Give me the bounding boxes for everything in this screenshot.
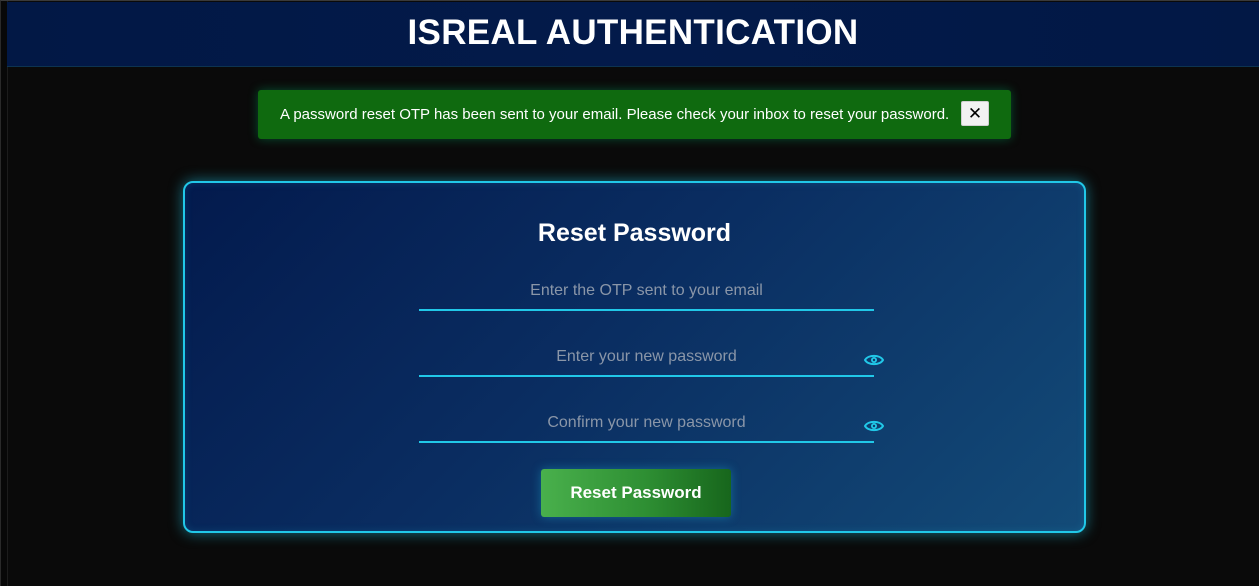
app-header: ISREAL AUTHENTICATION [7, 2, 1259, 67]
app-title: ISREAL AUTHENTICATION [407, 13, 859, 52]
confirm-password-field-wrapper [419, 405, 885, 445]
form-title: Reset Password [537, 219, 732, 247]
eye-icon[interactable] [863, 353, 885, 367]
new-password-input[interactable] [419, 339, 874, 377]
alert-message: A password reset OTP has been sent to yo… [280, 106, 950, 123]
otp-field-wrapper [419, 273, 874, 313]
reset-password-button[interactable]: Reset Password [541, 469, 731, 517]
otp-input[interactable] [419, 273, 874, 311]
alert-close-button[interactable]: ✕ [961, 101, 989, 126]
window-edge [1, 1, 8, 586]
eye-icon[interactable] [863, 419, 885, 433]
page: ISREAL AUTHENTICATION A password reset O… [0, 0, 1259, 586]
success-alert: A password reset OTP has been sent to yo… [258, 90, 1011, 139]
new-password-field-wrapper [419, 339, 885, 379]
confirm-password-input[interactable] [419, 405, 874, 443]
reset-password-card: Reset Password Enter the OTP sent to you… [183, 181, 1086, 533]
